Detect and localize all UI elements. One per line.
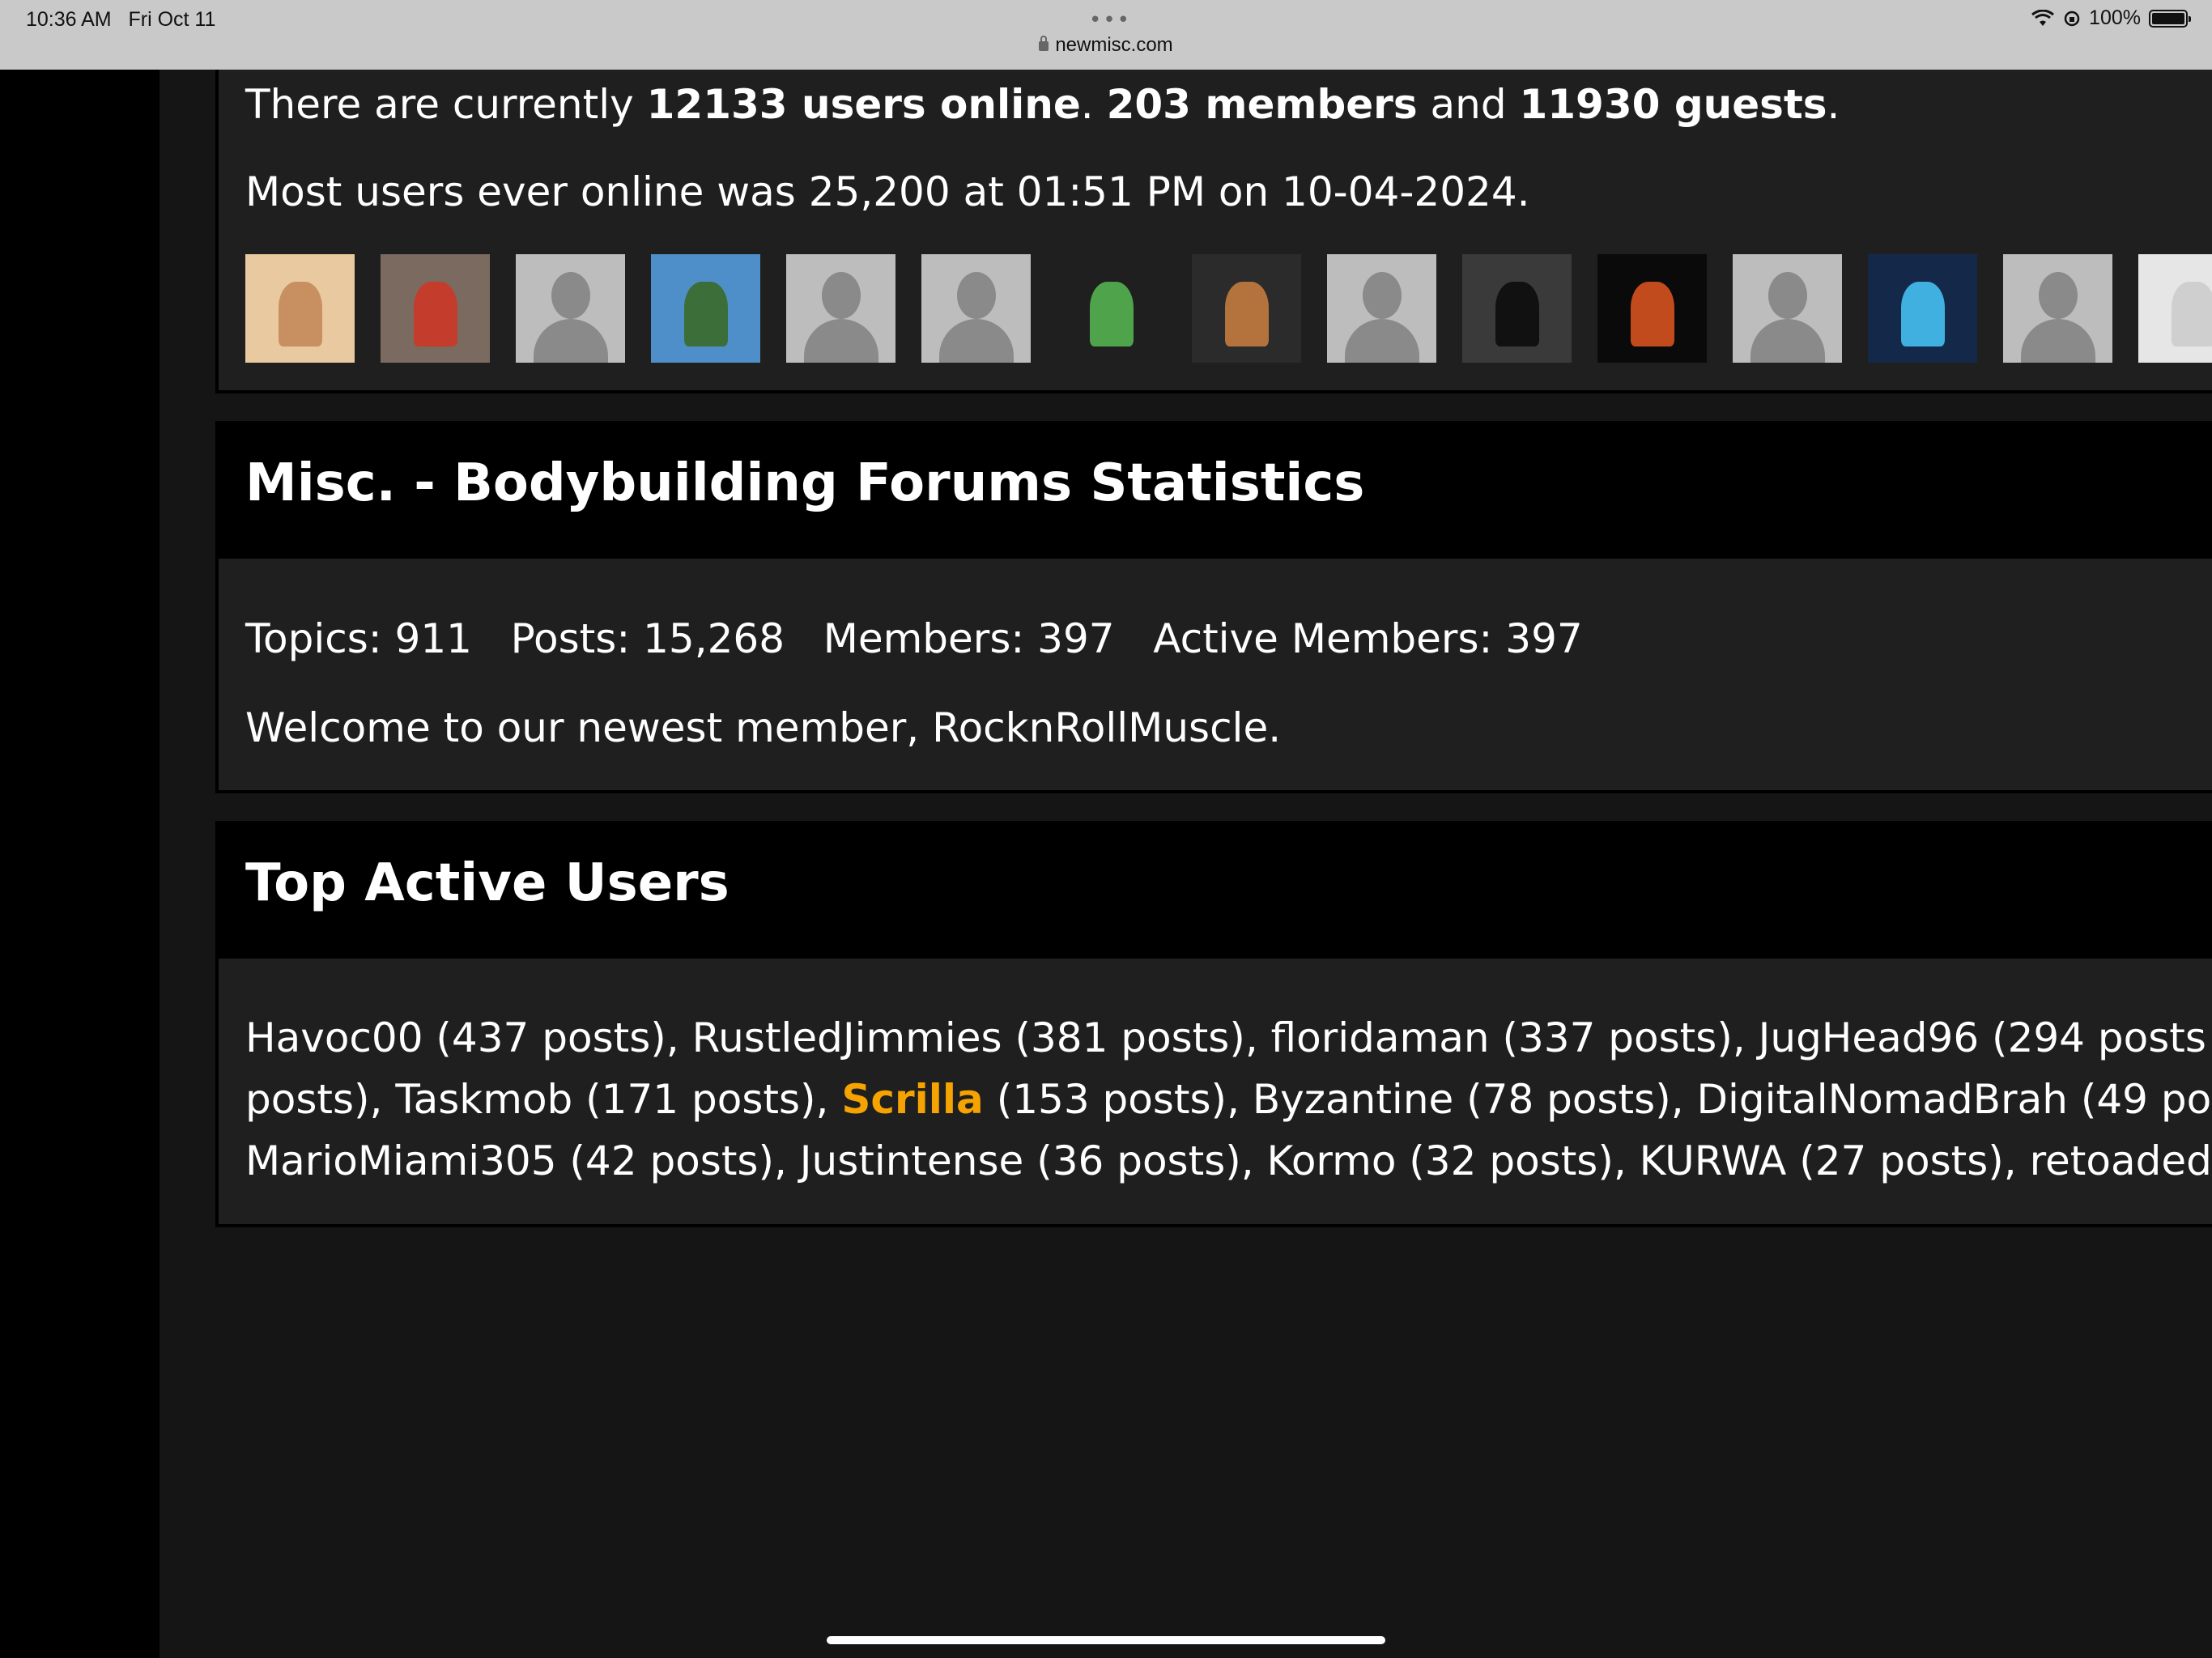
avatar-default[interactable] [1733, 254, 1842, 363]
wifi-icon [2031, 9, 2054, 26]
online-avatars [245, 254, 2212, 363]
statistics-title: Misc. - Bodybuilding Forums Statistics [245, 453, 1365, 513]
status-date: Fri Oct 11 [128, 8, 216, 31]
avatar-group[interactable] [1462, 254, 1572, 363]
url-text: newmisc.com [1055, 34, 1173, 56]
top-users-list: Havoc00 (437 posts), RustledJimmies (381… [245, 1007, 2212, 1192]
statistics-counts: Topics: 911 Posts: 15,268 Members: 397 A… [245, 615, 1583, 662]
avatar-bodybuilder[interactable] [1597, 254, 1707, 363]
top-users-line[interactable]: posts), Taskmob (171 posts), Scrilla (15… [245, 1069, 2212, 1130]
avatar-default[interactable] [2003, 254, 2112, 363]
top-users-line[interactable]: MarioMiami305 (42 posts), Justintense (3… [245, 1130, 2212, 1192]
browser-menu-dots-icon[interactable]: ••• [1089, 8, 1131, 32]
avatar-robot[interactable] [1868, 254, 1977, 363]
home-indicator[interactable] [827, 1636, 1385, 1644]
battery-icon [2149, 9, 2191, 28]
status-time: 10:36 AM Fri Oct 11 [26, 8, 216, 31]
battery-percent: 100% [2089, 6, 2141, 29]
status-indicators: 100% [2031, 6, 2191, 30]
newest-member[interactable]: Welcome to our newest member, RocknRollM… [245, 704, 1281, 751]
avatar-dumpster[interactable] [651, 254, 760, 363]
highlighted-user[interactable]: Scrilla [841, 1076, 983, 1123]
avatar-default[interactable] [921, 254, 1031, 363]
avatar-profile-card[interactable] [1057, 254, 1166, 363]
address-bar[interactable]: newmisc.com [0, 34, 2212, 57]
avatar-default[interactable] [516, 254, 625, 363]
top-users-line[interactable]: Havoc00 (437 posts), RustledJimmies (381… [245, 1007, 2212, 1069]
avatar-default[interactable] [1327, 254, 1436, 363]
avatar-dog[interactable] [245, 254, 355, 363]
avatar-terminator[interactable] [1192, 254, 1301, 363]
left-gutter [0, 70, 160, 1658]
top-users-title: Top Active Users [245, 853, 730, 913]
statistics-panel [215, 559, 2212, 793]
online-summary: There are currently 12133 users online. … [245, 81, 1840, 128]
avatar-default[interactable] [786, 254, 895, 363]
status-bar: 10:36 AM Fri Oct 11 ••• newmisc.com 100% [0, 0, 2212, 70]
avatar-cat[interactable] [2138, 254, 2212, 363]
lock-icon [1039, 36, 1049, 51]
orientation-lock-icon [2064, 11, 2080, 26]
online-record: Most users ever online was 25,200 at 01:… [245, 168, 1530, 215]
avatar-tv-scene[interactable] [381, 254, 490, 363]
